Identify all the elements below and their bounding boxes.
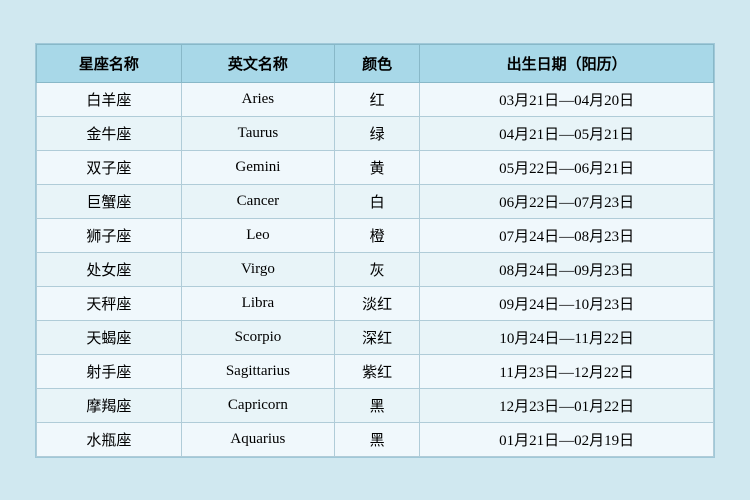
cell-dates: 10月24日—11月22日 [420, 320, 714, 354]
cell-dates: 11月23日—12月22日 [420, 354, 714, 388]
cell-chinese-name: 摩羯座 [37, 388, 182, 422]
table-header-row: 星座名称 英文名称 颜色 出生日期（阳历） [37, 44, 714, 82]
zodiac-table: 星座名称 英文名称 颜色 出生日期（阳历） 白羊座Aries红03月21日—04… [36, 44, 714, 457]
table-row: 双子座Gemini黄05月22日—06月21日 [37, 150, 714, 184]
cell-english-name: Gemini [181, 150, 334, 184]
cell-dates: 08月24日—09月23日 [420, 252, 714, 286]
table-row: 巨蟹座Cancer白06月22日—07月23日 [37, 184, 714, 218]
cell-dates: 05月22日—06月21日 [420, 150, 714, 184]
header-color: 颜色 [334, 44, 419, 82]
cell-color: 紫红 [334, 354, 419, 388]
cell-color: 黑 [334, 388, 419, 422]
cell-english-name: Aquarius [181, 422, 334, 456]
cell-dates: 12月23日—01月22日 [420, 388, 714, 422]
cell-color: 绿 [334, 116, 419, 150]
cell-english-name: Virgo [181, 252, 334, 286]
cell-color: 红 [334, 82, 419, 116]
cell-chinese-name: 双子座 [37, 150, 182, 184]
header-chinese-name: 星座名称 [37, 44, 182, 82]
cell-english-name: Taurus [181, 116, 334, 150]
cell-color: 橙 [334, 218, 419, 252]
header-english-name: 英文名称 [181, 44, 334, 82]
cell-color: 白 [334, 184, 419, 218]
cell-dates: 01月21日—02月19日 [420, 422, 714, 456]
table-row: 处女座Virgo灰08月24日—09月23日 [37, 252, 714, 286]
cell-chinese-name: 处女座 [37, 252, 182, 286]
cell-dates: 09月24日—10月23日 [420, 286, 714, 320]
table-row: 白羊座Aries红03月21日—04月20日 [37, 82, 714, 116]
cell-color: 黄 [334, 150, 419, 184]
zodiac-table-container: 星座名称 英文名称 颜色 出生日期（阳历） 白羊座Aries红03月21日—04… [35, 43, 715, 458]
cell-english-name: Libra [181, 286, 334, 320]
cell-dates: 07月24日—08月23日 [420, 218, 714, 252]
cell-chinese-name: 水瓶座 [37, 422, 182, 456]
cell-chinese-name: 白羊座 [37, 82, 182, 116]
table-row: 天秤座Libra淡红09月24日—10月23日 [37, 286, 714, 320]
table-row: 狮子座Leo橙07月24日—08月23日 [37, 218, 714, 252]
cell-english-name: Capricorn [181, 388, 334, 422]
cell-dates: 03月21日—04月20日 [420, 82, 714, 116]
cell-color: 黑 [334, 422, 419, 456]
cell-chinese-name: 天秤座 [37, 286, 182, 320]
cell-chinese-name: 金牛座 [37, 116, 182, 150]
cell-chinese-name: 射手座 [37, 354, 182, 388]
cell-english-name: Aries [181, 82, 334, 116]
cell-chinese-name: 天蝎座 [37, 320, 182, 354]
cell-english-name: Cancer [181, 184, 334, 218]
table-row: 水瓶座Aquarius黑01月21日—02月19日 [37, 422, 714, 456]
cell-dates: 06月22日—07月23日 [420, 184, 714, 218]
cell-color: 淡红 [334, 286, 419, 320]
cell-english-name: Scorpio [181, 320, 334, 354]
cell-color: 灰 [334, 252, 419, 286]
table-row: 金牛座Taurus绿04月21日—05月21日 [37, 116, 714, 150]
cell-color: 深红 [334, 320, 419, 354]
table-row: 摩羯座Capricorn黑12月23日—01月22日 [37, 388, 714, 422]
table-row: 天蝎座Scorpio深红10月24日—11月22日 [37, 320, 714, 354]
cell-english-name: Leo [181, 218, 334, 252]
table-row: 射手座Sagittarius紫红11月23日—12月22日 [37, 354, 714, 388]
cell-chinese-name: 狮子座 [37, 218, 182, 252]
cell-english-name: Sagittarius [181, 354, 334, 388]
cell-dates: 04月21日—05月21日 [420, 116, 714, 150]
cell-chinese-name: 巨蟹座 [37, 184, 182, 218]
header-dates: 出生日期（阳历） [420, 44, 714, 82]
